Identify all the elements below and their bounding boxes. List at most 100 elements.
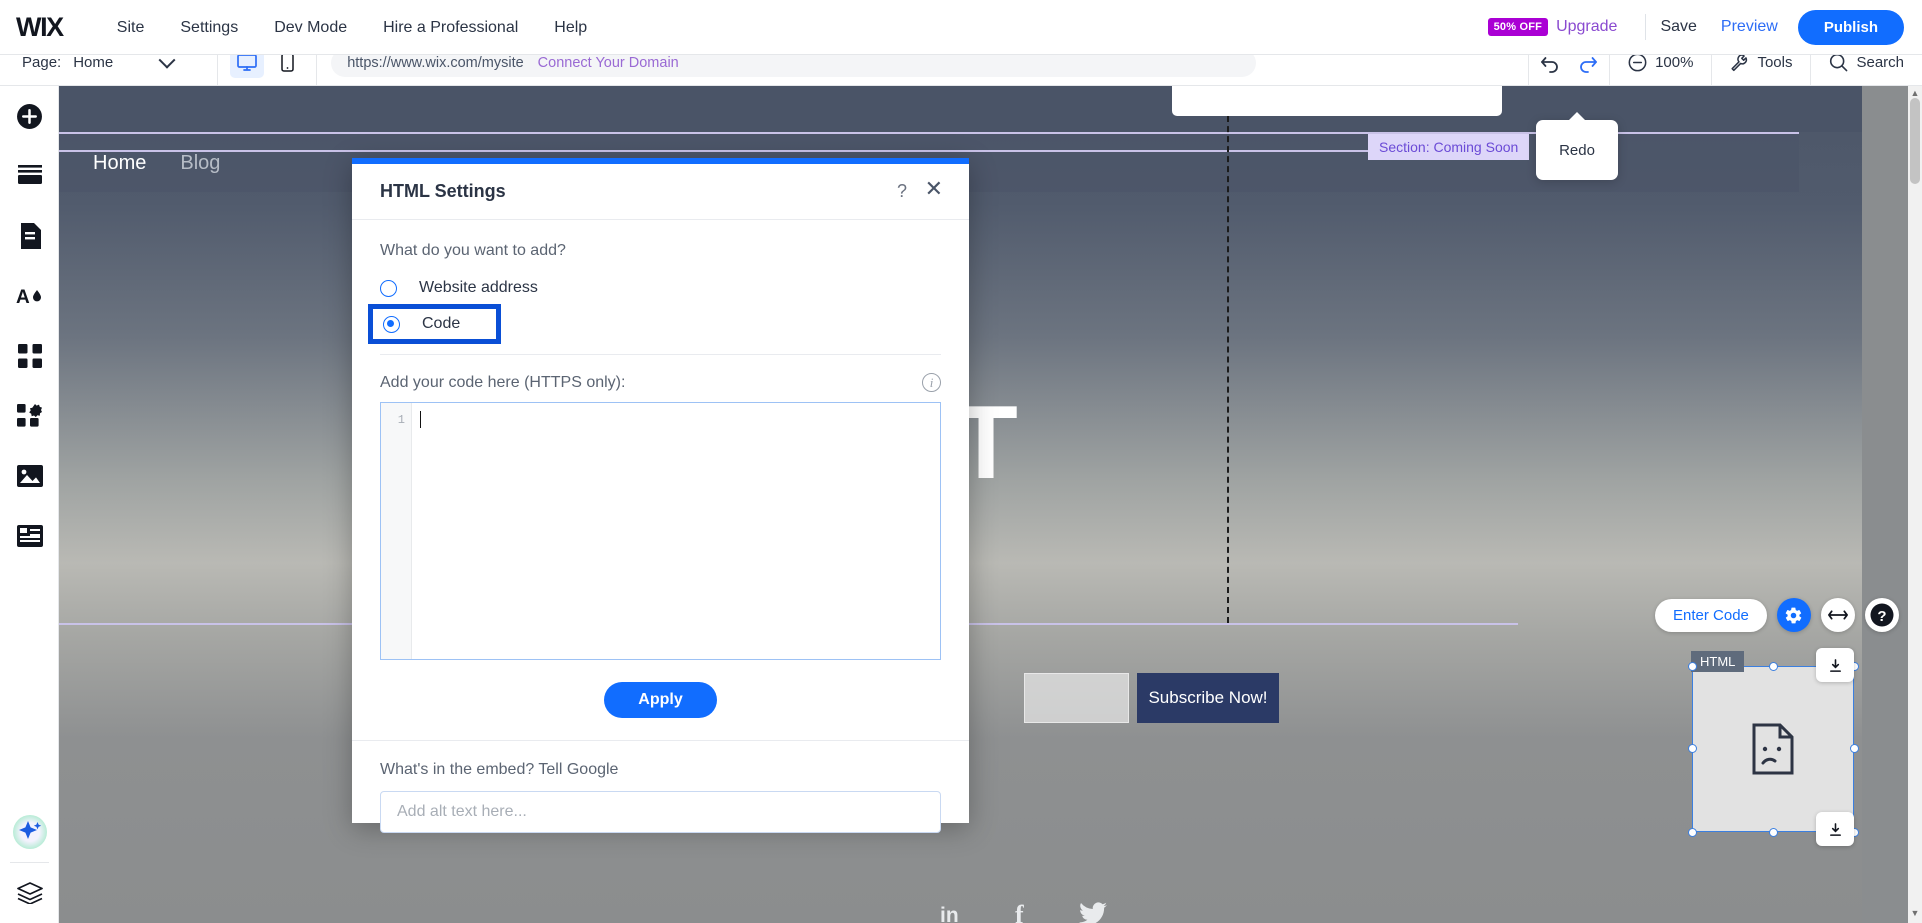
question-mark-icon[interactable]: ?	[897, 181, 907, 202]
close-icon[interactable]: ✕	[925, 178, 943, 200]
sidebar-item-layers[interactable]	[0, 863, 59, 923]
text-caret	[420, 411, 421, 429]
floating-panel-edge	[1172, 86, 1502, 116]
canvas-scrollbar[interactable]	[1908, 86, 1922, 923]
twitter-icon[interactable]	[1079, 901, 1107, 923]
dialog-header: HTML Settings ? ✕	[352, 164, 969, 220]
enter-code-button[interactable]: Enter Code	[1655, 598, 1767, 632]
html-element-toolbar: Enter Code ?	[1655, 598, 1899, 632]
svg-text:?: ?	[1877, 608, 1886, 625]
code-field-label: Add your code here (HTTPS only):	[380, 373, 626, 391]
divider	[1645, 14, 1647, 40]
resize-handle-mr[interactable]	[1850, 744, 1859, 753]
broken-document-icon	[1751, 723, 1795, 775]
site-canvas[interactable]: Home Blog O OUR BLOG! TEST Subscribe Now…	[59, 86, 1922, 923]
code-label-row: Add your code here (HTTPS only): i	[380, 373, 941, 392]
section-ruler-top	[59, 150, 1518, 152]
question-mark-icon[interactable]: ?	[1864, 598, 1899, 632]
radio-website-address[interactable]	[380, 279, 397, 297]
menu-item-dev-mode[interactable]: Dev Mode	[256, 0, 365, 55]
preview-button[interactable]: Preview	[1721, 18, 1778, 36]
wix-logo[interactable]: WIX	[16, 12, 64, 43]
search-label: Search	[1856, 54, 1904, 71]
apply-button[interactable]: Apply	[604, 682, 717, 718]
radio-option-website-address[interactable]: Website address	[380, 276, 941, 300]
sidebar-bottom-group	[0, 802, 59, 923]
radio-label-website-address: Website address	[419, 279, 538, 296]
theme-icon: A	[16, 284, 44, 308]
wix-editor-window: Home Blog O OUR BLOG! TEST Subscribe Now…	[0, 0, 1922, 923]
save-button[interactable]: Save	[1660, 18, 1696, 36]
sparkle-icon	[12, 814, 48, 850]
section-label: Section: Coming Soon	[1368, 134, 1530, 160]
dock-bottom-button[interactable]	[1816, 812, 1854, 846]
svg-text:f: f	[1015, 901, 1024, 923]
site-nav-link-blog[interactable]: Blog	[180, 152, 220, 175]
facebook-icon[interactable]: f	[1009, 901, 1035, 923]
social-links-row: in f	[939, 901, 1107, 923]
sidebar-item-site-design[interactable]: A	[0, 266, 59, 326]
page-label: Page:	[22, 54, 62, 71]
code-editor[interactable]: 1	[380, 402, 941, 660]
tools-label: Tools	[1757, 54, 1793, 71]
sidebar-item-ai-assistant[interactable]	[0, 802, 59, 862]
redo-tooltip-label: Redo	[1559, 141, 1595, 159]
sections-icon	[17, 165, 43, 187]
resize-handle-bc[interactable]	[1769, 828, 1778, 837]
radio-option-code[interactable]: Code	[368, 304, 941, 344]
resize-handle-bl[interactable]	[1688, 828, 1697, 837]
upgrade-link[interactable]: Upgrade	[1556, 18, 1617, 36]
sidebar-item-app-market[interactable]	[0, 386, 59, 446]
image-icon	[16, 465, 43, 487]
center-alignment-guide	[1227, 86, 1229, 623]
alt-text-input[interactable]	[380, 791, 941, 833]
svg-text:in: in	[940, 904, 959, 923]
sidebar-item-media[interactable]	[0, 446, 59, 506]
sidebar-item-add-section[interactable]	[0, 146, 59, 206]
top-menu-bar: WIX Site Settings Dev Mode Hire a Profes…	[0, 0, 1922, 55]
menu-item-settings[interactable]: Settings	[162, 0, 256, 55]
publish-button[interactable]: Publish	[1797, 9, 1904, 45]
radio-label-code: Code	[422, 315, 461, 332]
gear-icon[interactable]	[1776, 598, 1811, 632]
menu-item-hire-a-professional[interactable]: Hire a Professional	[365, 0, 536, 55]
left-sidebar: A	[0, 86, 59, 923]
apps-grid-icon	[17, 344, 42, 368]
html-embed-element[interactable]	[1692, 666, 1854, 832]
menu-item-help[interactable]: Help	[536, 0, 605, 55]
resize-handle-tc[interactable]	[1769, 662, 1778, 671]
email-input-field[interactable]	[1024, 673, 1129, 723]
sidebar-item-add-elements[interactable]	[0, 86, 59, 146]
scroll-up-arrow[interactable]: ▲	[1910, 88, 1920, 98]
table-icon	[16, 525, 43, 547]
apply-row: Apply	[380, 682, 941, 718]
puzzle-gear-icon	[17, 404, 42, 428]
zoom-level-label: 100%	[1655, 54, 1694, 71]
menu-item-site[interactable]: Site	[99, 0, 163, 55]
top-bar-actions: 50% OFF Upgrade Save Preview Publish	[1487, 0, 1922, 55]
sidebar-item-content-manager[interactable]	[0, 506, 59, 566]
html-element-tag-label: HTML	[1691, 651, 1745, 672]
dialog-question-label: What do you want to add?	[380, 242, 566, 259]
subscribe-button[interactable]: Subscribe Now!	[1137, 673, 1279, 723]
divider	[380, 354, 941, 355]
redo-tooltip: Redo	[1536, 112, 1618, 180]
scroll-down-arrow[interactable]: ▼	[1910, 908, 1920, 918]
layers-icon	[16, 882, 43, 904]
resize-handle-ml[interactable]	[1688, 744, 1697, 753]
linkedin-icon[interactable]: in	[939, 901, 965, 923]
resize-handle-tl[interactable]	[1688, 662, 1697, 671]
sidebar-item-pages[interactable]	[0, 206, 59, 266]
site-nav-link-home[interactable]: Home	[93, 152, 146, 175]
connect-domain-link[interactable]: Connect Your Domain	[538, 55, 679, 71]
sidebar-item-apps[interactable]	[0, 326, 59, 386]
page-selector-value[interactable]: Home	[73, 54, 113, 71]
code-input[interactable]	[412, 403, 940, 659]
stretch-horizontal-icon[interactable]	[1820, 598, 1855, 632]
dialog-body: What do you want to add? Website address…	[352, 220, 969, 833]
code-option-highlight: Code	[368, 304, 502, 344]
radio-code[interactable]	[383, 315, 400, 333]
info-icon[interactable]: i	[922, 373, 941, 392]
canvas-scrollbar-thumb[interactable]	[1910, 98, 1920, 184]
dock-top-button[interactable]	[1816, 648, 1854, 682]
